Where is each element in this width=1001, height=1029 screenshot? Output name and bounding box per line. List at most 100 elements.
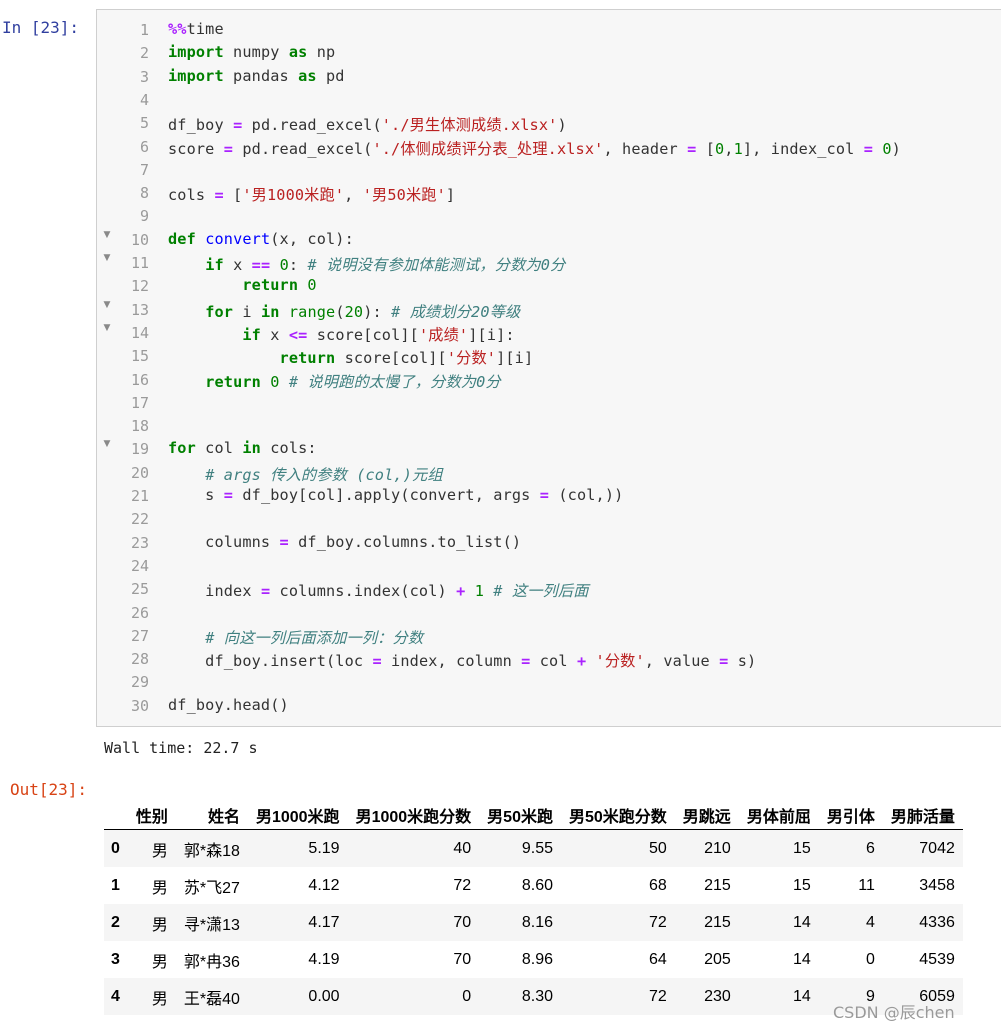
line-number: 5 — [139, 114, 149, 133]
input-prompt: In [23]: — [2, 18, 80, 37]
code-token: ][i] — [496, 349, 534, 368]
table-cell: 8.16 — [521, 913, 553, 931]
code-line[interactable]: 7 — [97, 158, 1001, 181]
code-token: time — [186, 20, 224, 38]
code-token: s — [168, 486, 224, 504]
code-line[interactable]: 25 index = columns.index(col) + 1 # 这一列后… — [97, 577, 1001, 600]
table-cell: 14 — [793, 950, 811, 968]
code-line[interactable]: 22 — [97, 507, 1001, 530]
code-line[interactable]: 2 import numpy as np — [97, 41, 1001, 64]
fold-arrow-icon[interactable]: ▼ — [101, 439, 113, 449]
code-token: df_boy.head() — [168, 695, 289, 714]
line-number: 14 — [130, 323, 149, 342]
code-line[interactable]: 20 # args 传入的参数 (col,)元组 — [97, 461, 1001, 484]
code-text: %%time — [168, 20, 224, 38]
table-cell: 苏*飞27 — [183, 879, 240, 897]
code-token: in — [242, 439, 261, 458]
code-line[interactable]: ▼ 19 for col in cols: — [97, 437, 1001, 460]
code-line[interactable]: 28 df_boy.insert(loc = index, column = c… — [97, 647, 1001, 670]
watermark: CSDN @辰chen — [833, 1003, 955, 1022]
code-line[interactable]: 5 df_boy = pd.read_excel('./男生体测成绩.xlsx') — [97, 111, 1001, 134]
code-token: = — [279, 532, 289, 551]
code-line[interactable]: ▼ 10 def convert(x, col): — [97, 228, 1001, 251]
table-cell: 8.60 — [521, 876, 553, 894]
column-header: 男肺活量 — [882, 800, 963, 830]
row-index: 2 — [111, 913, 120, 931]
code-text: if x == 0: # 说明没有参加体能测试，分数为0分 — [168, 253, 565, 275]
code-token: # 说明跑的太慢了，分数为0分 — [288, 372, 501, 391]
code-text: def convert(x, col): — [168, 230, 354, 248]
code-text: df_boy.head() — [168, 696, 289, 714]
table-row: 1 男苏*飞27 4.12 72 8.60 68 215 15 11 3458 — [104, 867, 963, 904]
code-line[interactable]: 21 s = df_boy[col].apply(convert, args =… — [97, 484, 1001, 507]
table-cell: 男 — [151, 916, 168, 934]
table-cell: 64 — [649, 950, 667, 968]
fold-arrow-icon[interactable]: ▼ — [101, 300, 113, 310]
code-line[interactable]: 8 cols = ['男1000米跑', '男50米跑'] — [97, 181, 1001, 204]
code-token: (x, col): — [270, 229, 354, 248]
code-line[interactable]: 9 — [97, 204, 1001, 227]
code-line[interactable]: 23 columns = df_boy.columns.to_list() — [97, 531, 1001, 554]
code-token: '男50米跑' — [362, 186, 446, 205]
table-row: 2 男寻*潇13 4.17 70 8.16 72 215 14 4 4336 — [104, 904, 963, 941]
code-line[interactable]: 18 — [97, 414, 1001, 437]
code-line[interactable]: 16 return 0 # 说明跑的太慢了，分数为0分 — [97, 368, 1001, 391]
fold-arrow-icon[interactable]: ▼ — [101, 323, 113, 333]
row-index: 1 — [111, 876, 120, 894]
code-line[interactable]: 26 — [97, 601, 1001, 624]
code-line[interactable]: 1 %%time — [97, 18, 1001, 41]
code-line[interactable]: 17 — [97, 391, 1001, 414]
table-cell: 50 — [649, 839, 667, 857]
line-number: 3 — [139, 67, 149, 86]
code-line[interactable]: 15 return score[col]['分数'][i] — [97, 344, 1001, 367]
table-cell: 72 — [453, 876, 472, 894]
code-token: [ — [696, 139, 715, 158]
line-number: 11 — [130, 254, 149, 272]
table-cell: 0 — [462, 987, 472, 1005]
code-line[interactable]: ▼ 13 for i in range(20): # 成绩划分20等级 — [97, 298, 1001, 321]
fold-arrow-icon[interactable]: ▼ — [101, 230, 113, 240]
code-line[interactable]: ▼ 14 if x <= score[col]['成绩'][i]: — [97, 321, 1001, 344]
code-token: , header — [603, 139, 688, 158]
code-line[interactable]: ▼ 11 if x == 0: # 说明没有参加体能测试，分数为0分 — [97, 251, 1001, 274]
column-header: 男50米跑分数 — [560, 800, 675, 830]
code-text: score = pd.read_excel('./体侧成绩评分表_处理.xlsx… — [168, 137, 901, 159]
column-header: 性别 — [127, 800, 176, 830]
code-line[interactable]: 30 df_boy.head() — [97, 694, 1001, 717]
code-token: (col,)) — [549, 486, 624, 504]
table-cell: 男 — [151, 879, 168, 897]
code-line[interactable]: 27 # 向这一列后面添加一列：分数 — [97, 624, 1001, 647]
code-cell-editor[interactable]: 1 %%time 2 import numpy as np 3 import pandas… — [96, 9, 1001, 727]
code-text: index = columns.index(col) + 1 # 这一列后面 — [168, 579, 589, 601]
code-token: 0 — [279, 256, 289, 274]
fold-arrow-icon[interactable]: ▼ — [101, 253, 113, 263]
code-token: pd — [316, 66, 345, 85]
code-line[interactable]: 4 — [97, 88, 1001, 111]
table-cell: 8.96 — [521, 950, 553, 968]
code-token: score — [168, 139, 224, 158]
code-token: as — [298, 66, 317, 85]
line-number: 24 — [130, 556, 149, 575]
table-cell: 4 — [865, 913, 875, 931]
code-token: + — [456, 582, 466, 601]
code-text: # 向这一列后面添加一列：分数 — [168, 626, 423, 648]
code-line[interactable]: 3 import pandas as pd — [97, 65, 1001, 88]
table-cell: 3458 — [919, 876, 955, 894]
column-header: 男体前屈 — [738, 800, 819, 830]
code-token: 20 — [344, 302, 364, 321]
code-token: score[col][ — [307, 325, 419, 344]
code-line[interactable]: 6 score = pd.read_excel('./体侧成绩评分表_处理.xls… — [97, 135, 1001, 158]
code-line[interactable]: 24 — [97, 554, 1001, 577]
code-text: # args 传入的参数 (col,)元组 — [168, 463, 443, 485]
code-token: cols: — [260, 439, 317, 458]
code-line[interactable]: 12 return 0 — [97, 274, 1001, 297]
code-line[interactable]: 29 — [97, 670, 1001, 693]
row-index: 0 — [111, 839, 120, 857]
code-token: , — [724, 139, 734, 158]
